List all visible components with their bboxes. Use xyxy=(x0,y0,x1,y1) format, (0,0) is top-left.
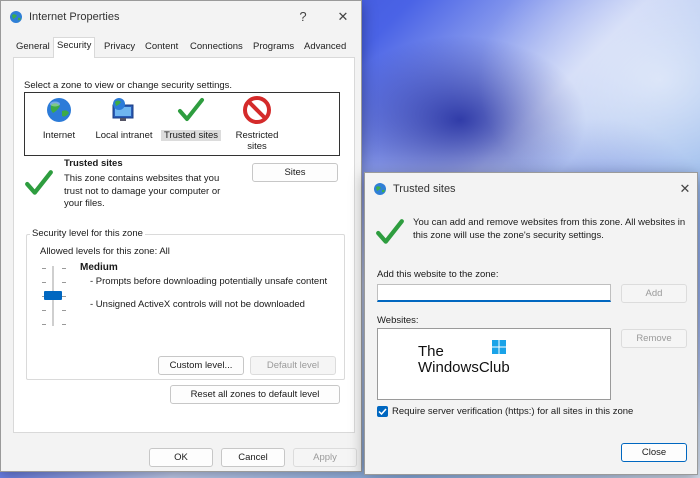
zone-restricted-sites[interactable]: Restricted sites xyxy=(229,96,285,154)
apply-button[interactable]: Apply xyxy=(293,448,357,467)
dialog-close-button[interactable]: ✕ xyxy=(675,179,695,199)
tab-security[interactable]: Security xyxy=(53,37,96,58)
zone-prompt: Select a zone to view or change security… xyxy=(24,80,233,91)
internet-options-icon xyxy=(9,10,23,24)
websites-list[interactable]: The WindowsClub xyxy=(377,328,611,400)
window-title: Internet Properties xyxy=(29,11,120,23)
verify-checkbox[interactable] xyxy=(377,406,388,417)
tab-general[interactable]: General xyxy=(13,39,53,56)
zone-restricted-sites-label: Restricted sites xyxy=(235,130,279,152)
internet-properties-window: Internet Properties ? ✕ General Security… xyxy=(0,0,362,472)
slider-thumb[interactable] xyxy=(44,291,62,300)
globe-icon xyxy=(45,96,73,127)
title-bar[interactable]: Internet Properties ? ✕ xyxy=(1,1,361,33)
security-level-name: Medium xyxy=(80,262,118,273)
internet-options-icon xyxy=(373,182,387,196)
tab-advanced[interactable]: Advanced xyxy=(301,39,349,56)
zone-local-intranet[interactable]: Local intranet xyxy=(91,96,157,152)
zone-internet[interactable]: Internet xyxy=(29,96,89,152)
dialog-title-bar[interactable]: Trusted sites ✕ xyxy=(365,173,697,205)
zone-heading: Trusted sites xyxy=(64,158,123,169)
allowed-levels: Allowed levels for this zone: All xyxy=(40,246,170,257)
dialog-title: Trusted sites xyxy=(393,183,456,195)
close-dialog-button[interactable]: Close xyxy=(621,443,687,462)
info-check-icon xyxy=(375,217,405,250)
tab-privacy[interactable]: Privacy xyxy=(101,39,138,56)
reset-all-zones-button[interactable]: Reset all zones to default level xyxy=(170,385,340,404)
sites-button[interactable]: Sites xyxy=(252,163,338,182)
websites-label: Websites: xyxy=(377,315,419,326)
ok-button[interactable]: OK xyxy=(149,448,213,467)
zone-check-icon xyxy=(24,168,54,201)
remove-button[interactable]: Remove xyxy=(621,329,687,348)
zone-local-intranet-label: Local intranet xyxy=(95,130,153,141)
watermark-text-line1: The xyxy=(418,343,444,360)
restricted-icon xyxy=(243,96,271,127)
trusted-sites-dialog: Trusted sites ✕ You can add and remove w… xyxy=(364,172,698,475)
zone-trusted-sites-label: Trusted sites xyxy=(161,130,221,141)
add-website-label: Add this website to the zone: xyxy=(377,269,499,280)
zone-description: This zone contains websites that you tru… xyxy=(64,173,221,209)
dialog-info-text: You can add and remove websites from thi… xyxy=(413,217,686,241)
windows-logo-icon xyxy=(492,340,506,357)
watermark-text-line2: WindowsClub xyxy=(418,359,510,376)
tab-connections[interactable]: Connections xyxy=(187,39,246,56)
level-bullet-1: - Prompts before downloading potentially… xyxy=(90,276,328,287)
cancel-button[interactable]: Cancel xyxy=(221,448,285,467)
security-tab-panel: Select a zone to view or change security… xyxy=(13,57,355,433)
custom-level-button[interactable]: Custom level... xyxy=(158,356,244,375)
checkmark-icon xyxy=(177,96,205,127)
add-button[interactable]: Add xyxy=(621,284,687,303)
security-level-legend: Security level for this zone xyxy=(30,228,145,239)
zone-trusted-sites[interactable]: Trusted sites xyxy=(161,96,221,152)
level-bullet-2: - Unsigned ActiveX controls will not be … xyxy=(90,299,305,310)
default-level-button[interactable]: Default level xyxy=(250,356,336,375)
zone-list: Internet Local intranet Trusted sites Re… xyxy=(24,92,340,156)
zone-internet-label: Internet xyxy=(42,130,76,141)
tab-programs[interactable]: Programs xyxy=(250,39,297,56)
help-button[interactable]: ? xyxy=(293,7,313,27)
security-level-slider[interactable] xyxy=(40,264,70,328)
tab-content[interactable]: Content xyxy=(142,39,181,56)
close-button[interactable]: ✕ xyxy=(333,7,353,27)
computer-globe-icon xyxy=(110,96,138,127)
add-website-input[interactable] xyxy=(377,284,611,302)
verify-label: Require server verification (https:) for… xyxy=(392,406,634,417)
